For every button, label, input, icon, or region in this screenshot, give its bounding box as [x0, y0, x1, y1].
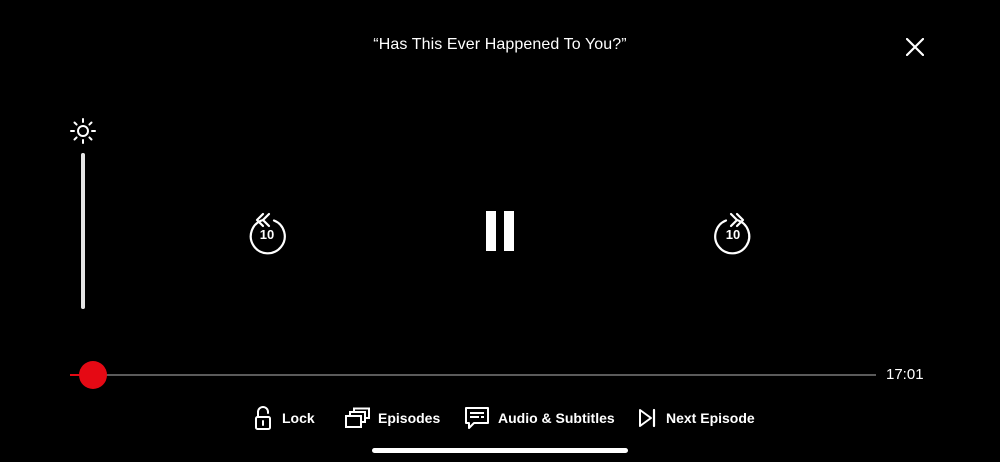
progress-track [70, 374, 876, 376]
lock-label: Lock [282, 410, 315, 426]
rewind-10-button[interactable]: 10 [243, 204, 291, 258]
episode-title: “Has This Ever Happened To You?” [373, 36, 627, 53]
audio-subtitles-label: Audio & Subtitles [498, 410, 615, 426]
brightness-icon [70, 118, 96, 144]
pause-button[interactable] [480, 206, 520, 256]
close-icon [906, 38, 924, 56]
audio-subtitles-button[interactable]: Audio & Subtitles [464, 403, 615, 433]
next-episode-label: Next Episode [666, 410, 755, 426]
next-episode-button[interactable]: Next Episode [636, 403, 755, 433]
progress-scrubber-thumb[interactable] [79, 361, 108, 389]
forward-seconds-label: 10 [725, 227, 741, 242]
brightness-level [81, 153, 85, 309]
time-remaining: 17:01 [886, 366, 924, 383]
home-indicator[interactable] [372, 448, 628, 453]
playback-progress-bar[interactable] [70, 361, 876, 389]
next-episode-icon [639, 408, 656, 428]
audio-subtitles-icon [465, 407, 489, 429]
lock-button[interactable]: Lock [252, 403, 315, 433]
episodes-label: Episodes [378, 410, 441, 426]
close-button[interactable] [900, 32, 930, 62]
episodes-button[interactable]: Episodes [344, 403, 440, 433]
episodes-icon [345, 407, 370, 428]
pause-icon [486, 211, 514, 251]
forward-10-button[interactable]: 10 [709, 204, 757, 258]
lock-icon [255, 406, 271, 430]
brightness-slider[interactable] [79, 153, 87, 309]
rewind-seconds-label: 10 [259, 227, 275, 242]
